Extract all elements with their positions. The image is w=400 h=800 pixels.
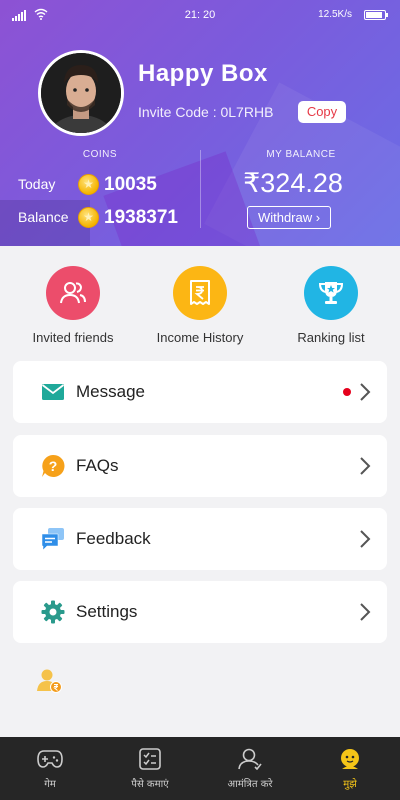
- chevron-right-icon: [360, 603, 371, 621]
- unread-dot: [343, 388, 351, 396]
- chevron-right-icon: [360, 383, 371, 401]
- checklist-icon: [139, 748, 161, 770]
- nav-label: पैसे कमाएं: [131, 779, 169, 790]
- coins-heading: COINS: [82, 149, 118, 160]
- profile-header: Happy Box Invite Code : 0L7RHB Copy COIN…: [0, 0, 400, 246]
- chevron-right-icon: [360, 530, 371, 548]
- balance-label: Balance: [18, 209, 69, 225]
- quick-action-label: Ranking list: [297, 330, 365, 345]
- menu-item-faqs[interactable]: ? FAQs: [13, 435, 387, 497]
- invite-code: Invite Code : 0L7RHB: [138, 104, 274, 120]
- nav-item-earn-money[interactable]: पैसे कमाएं: [100, 737, 200, 800]
- friends-icon: [46, 266, 100, 320]
- my-balance-heading: MY BALANCE: [266, 149, 336, 160]
- bottom-nav: गेम पैसे कमाएं आमंत्रित करे मुझे: [0, 737, 400, 800]
- today-coins: 10035: [104, 174, 157, 195]
- copy-button[interactable]: Copy: [298, 101, 346, 123]
- income-history-button[interactable]: Income History: [140, 266, 260, 345]
- nav-item-game[interactable]: गेम: [0, 737, 100, 800]
- svg-text:?: ?: [49, 458, 58, 474]
- user-coin-icon[interactable]: [36, 667, 64, 695]
- menu-label: Message: [76, 382, 145, 401]
- coin-icon: [78, 174, 99, 195]
- menu-label: Feedback: [76, 529, 151, 548]
- question-icon: ?: [42, 454, 65, 477]
- nav-item-me[interactable]: मुझे: [300, 737, 400, 800]
- nav-item-invite[interactable]: आमंत्रित करे: [200, 737, 300, 800]
- withdraw-button[interactable]: Withdraw ›: [247, 206, 331, 229]
- menu-item-message[interactable]: Message: [13, 361, 387, 423]
- me-icon: [341, 749, 359, 769]
- nav-label: मुझे: [343, 779, 357, 790]
- menu-label: Settings: [76, 602, 138, 621]
- avatar[interactable]: [38, 50, 124, 136]
- username: Happy Box: [138, 60, 268, 87]
- gear-icon: [41, 600, 65, 624]
- menu-item-settings[interactable]: Settings: [13, 581, 387, 643]
- chevron-right-icon: [360, 457, 371, 475]
- divider: [200, 150, 201, 228]
- nav-label: आमंत्रित करे: [227, 779, 273, 790]
- status-bar: 21: 20 12.5K/s: [0, 0, 400, 30]
- network-speed: 12.5K/s: [318, 9, 352, 20]
- quick-action-label: Income History: [156, 330, 244, 345]
- chat-icon: [41, 528, 64, 551]
- person-icon: [238, 748, 262, 771]
- battery-icon: [364, 10, 388, 20]
- today-label: Today: [18, 176, 56, 192]
- coin-icon: [78, 207, 99, 228]
- mail-icon: [41, 384, 65, 400]
- ranking-list-button[interactable]: Ranking list: [271, 266, 391, 345]
- quick-action-label: Invited friends: [32, 330, 114, 345]
- balance-coins: 1938371: [104, 207, 178, 228]
- balance-amount: ₹324.28: [243, 168, 343, 198]
- nav-label: गेम: [44, 779, 56, 790]
- menu-label: FAQs: [76, 456, 119, 475]
- menu-item-feedback[interactable]: Feedback: [13, 508, 387, 570]
- gamepad-icon: [37, 750, 63, 768]
- invited-friends-button[interactable]: Invited friends: [13, 266, 133, 345]
- trophy-icon: [304, 266, 358, 320]
- receipt-rupee-icon: [173, 266, 227, 320]
